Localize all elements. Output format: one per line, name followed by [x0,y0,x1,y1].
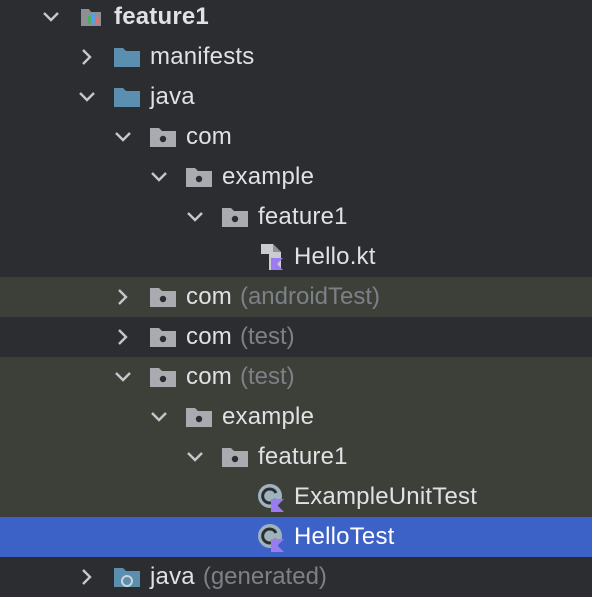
tree-node[interactable]: ExampleUnitTest [0,477,592,517]
tree-node-label: com [186,363,232,390]
tree-node[interactable]: java (generated) [0,557,592,597]
chevron-right-icon[interactable] [76,37,98,77]
package-icon [148,122,178,152]
package-icon [220,442,250,472]
chevron-down-icon[interactable] [148,397,170,437]
tree-node-label: com [186,123,232,150]
tree-node[interactable]: com (androidTest) [0,277,592,317]
tree-node-suffix: (generated) [202,563,327,590]
tree-node[interactable]: com (test) [0,317,592,357]
tree-node[interactable]: Hello.kt [0,237,592,277]
tree-node-suffix: (test) [239,323,295,350]
chevron-down-icon[interactable] [76,77,98,117]
tree-node[interactable]: example [0,397,592,437]
package-icon [184,162,214,192]
tree-node-label: feature1 [114,3,209,30]
kotlin-file-icon [256,242,286,272]
tree-node[interactable]: manifests [0,37,592,77]
package-icon [148,362,178,392]
kotlin-class-icon [256,482,286,512]
chevron-right-icon[interactable] [76,557,98,597]
tree-node-label: java [150,83,195,110]
folder-icon [112,82,142,112]
tree-node[interactable]: feature1 [0,437,592,477]
tree-node-label: com [186,323,232,350]
kotlin-class-icon [256,522,286,552]
chevron-down-icon[interactable] [148,157,170,197]
package-icon [148,282,178,312]
tree-node-label: example [222,403,315,430]
tree-node-label: feature1 [258,443,348,470]
folder-icon [112,42,142,72]
package-icon [220,202,250,232]
package-icon [148,322,178,352]
chevron-down-icon[interactable] [112,357,134,397]
tree-node[interactable]: java [0,77,592,117]
tree-node[interactable]: example [0,157,592,197]
tree-node-label: ExampleUnitTest [294,483,478,510]
tree-node-suffix: (androidTest) [239,283,381,310]
chevron-right-icon[interactable] [112,317,134,357]
tree-node-label: java [150,563,195,590]
tree-node-label: HelloTest [294,523,395,550]
tree-node[interactable]: com (test) [0,357,592,397]
module-icon [76,2,106,32]
tree-node[interactable]: HelloTest [0,517,592,557]
chevron-down-icon[interactable] [40,0,62,37]
project-tree: feature1 manifests java com example feat… [0,0,592,590]
tree-node-label: feature1 [258,203,348,230]
generated-folder-icon [112,562,142,592]
tree-node-label: com [186,283,232,310]
tree-node-label: Hello.kt [294,243,376,270]
package-icon [184,402,214,432]
chevron-right-icon[interactable] [112,277,134,317]
chevron-down-icon[interactable] [184,437,206,477]
tree-node[interactable]: com [0,117,592,157]
tree-node-label: manifests [150,43,255,70]
tree-node-suffix: (test) [239,363,295,390]
chevron-down-icon[interactable] [112,117,134,157]
tree-node[interactable]: feature1 [0,197,592,237]
tree-node-label: example [222,163,315,190]
tree-node[interactable]: feature1 [0,0,592,37]
chevron-down-icon[interactable] [184,197,206,237]
